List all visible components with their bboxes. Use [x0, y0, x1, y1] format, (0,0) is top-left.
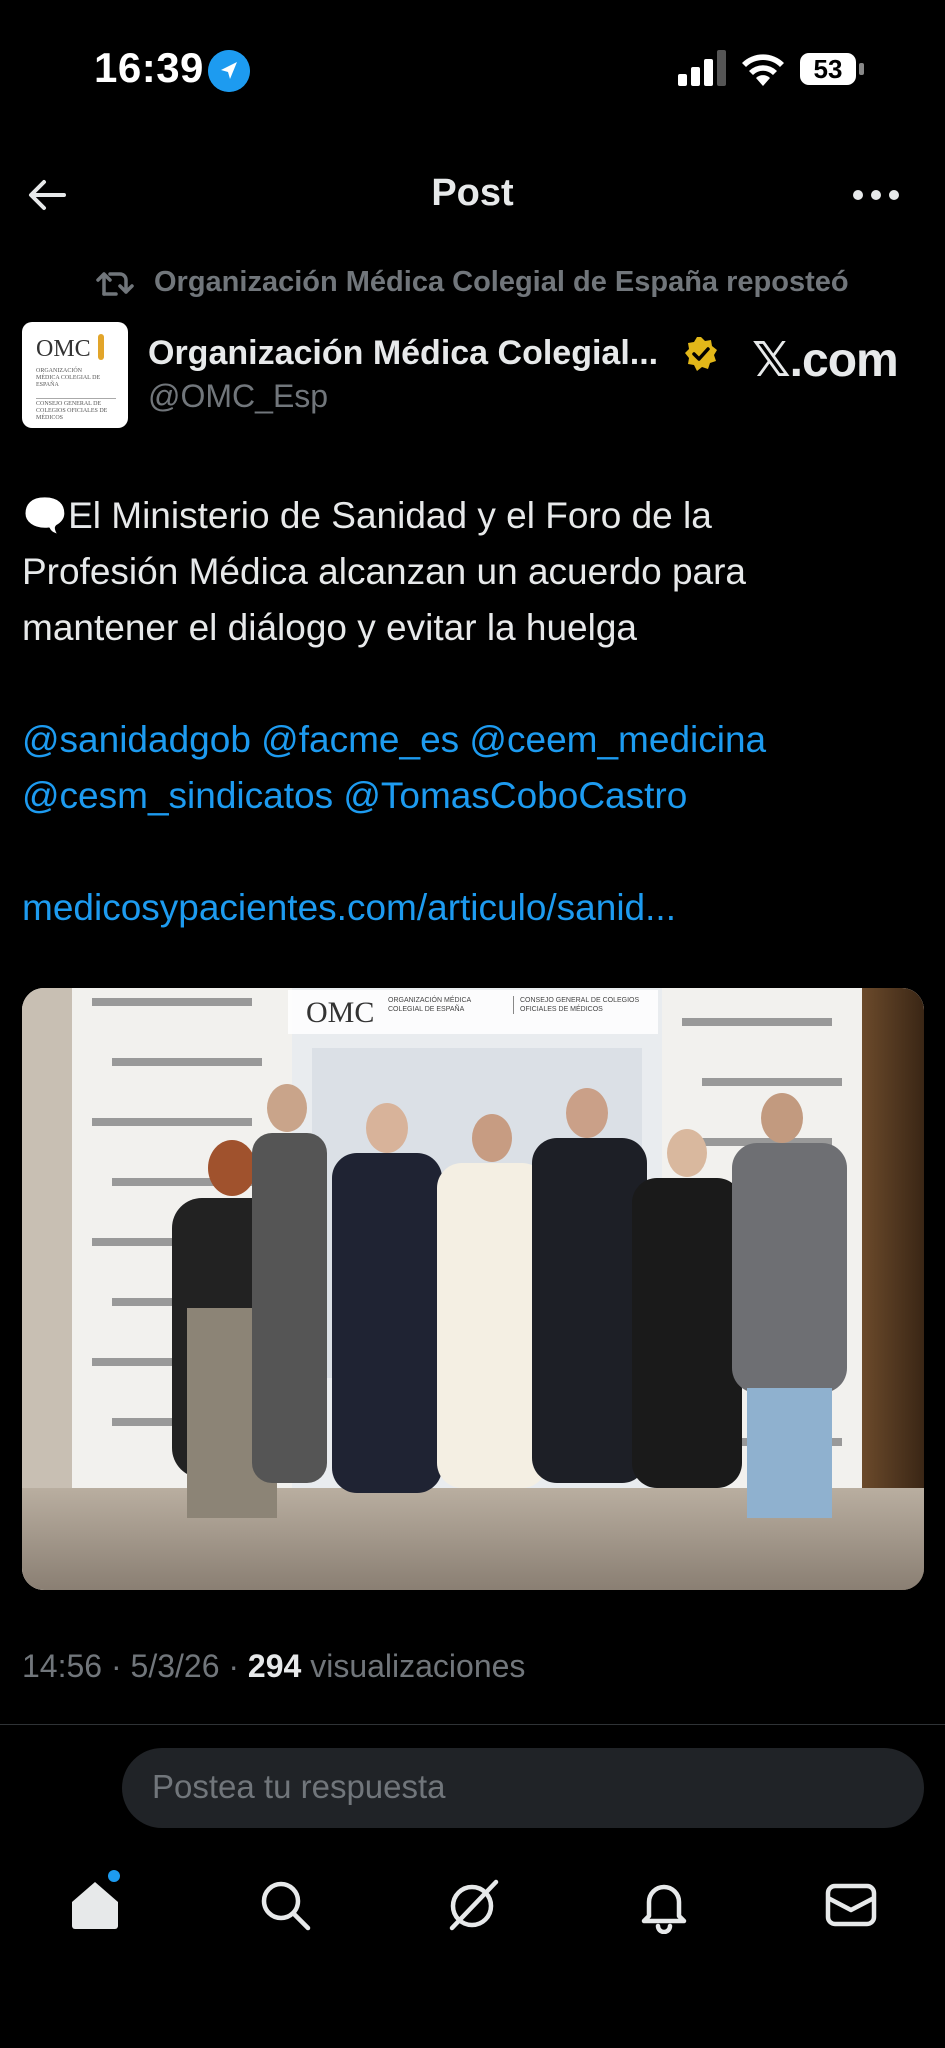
divider — [0, 1724, 945, 1725]
battery-level: 53 — [813, 54, 843, 84]
post-date: 5/3/26 — [130, 1648, 220, 1684]
mentions-line-2[interactable]: @cesm_sindicatos @TomasCoboCastro — [22, 768, 922, 824]
post-line-2: Profesión Médica alcanzan un acuerdo par… — [22, 551, 747, 592]
verified-badge-icon — [685, 337, 717, 371]
group-photo-image — [22, 988, 924, 1590]
avatar-logo-mark — [98, 334, 104, 360]
mail-icon[interactable] — [822, 1876, 880, 1934]
photo-banner-logo: OMC — [306, 996, 375, 1029]
speech-bubble-icon: 🗨️ — [22, 495, 69, 536]
post-meta: 14:56 · 5/3/26 · 294 visualizaciones — [22, 1648, 526, 1684]
location-arrow-icon — [208, 50, 250, 92]
post-line-1: El Ministerio de Sanidad y el Foro de la — [68, 495, 712, 536]
home-icon[interactable] — [66, 1876, 124, 1934]
post-text: 🗨️El Ministerio de Sanidad y el Foro de … — [22, 488, 922, 936]
bell-icon[interactable] — [635, 1876, 693, 1934]
post-text-line: 🗨️El Ministerio de Sanidad y el Foro de … — [22, 488, 922, 544]
repost-icon — [96, 272, 134, 296]
grok-icon[interactable] — [444, 1876, 502, 1934]
mentions-line-1[interactable]: @sanidadgob @facme_es @ceem_medicina — [22, 712, 922, 768]
photo-banner-line-1: ORGANIZACIÓN MÉDICA COLEGIAL DE ESPAÑA — [388, 997, 471, 1013]
avatar[interactable]: OMC ORGANIZACIÓN MÉDICA COLEGIAL DE ESPA… — [22, 322, 128, 428]
battery-indicator: 53 — [799, 52, 865, 86]
author-name[interactable]: Organización Médica Colegial... — [148, 334, 658, 373]
notification-dot — [108, 1870, 120, 1882]
author-handle[interactable]: @OMC_Esp — [148, 378, 328, 415]
photo-banner-line-2: CONSEJO GENERAL DE COLEGIOS OFICIALES DE… — [513, 996, 650, 1014]
photo-banner: OMC ORGANIZACIÓN MÉDICA COLEGIAL DE ESPA… — [288, 990, 658, 1034]
article-link[interactable]: medicosypacientes.com/articulo/sanid... — [22, 880, 922, 936]
search-icon[interactable] — [256, 1876, 314, 1934]
views-label: visualizaciones — [310, 1648, 526, 1684]
view-count: 294 — [247, 1648, 302, 1684]
page-title: Post — [431, 172, 514, 214]
status-time: 16:39 — [94, 44, 204, 91]
wifi-icon — [742, 54, 784, 86]
post-time: 14:56 — [22, 1648, 103, 1684]
more-icon[interactable] — [852, 180, 900, 210]
reply-placeholder[interactable]: Postea tu respuesta — [152, 1768, 446, 1806]
cellular-signal-icon — [678, 50, 726, 86]
avatar-logo-text: OMC — [36, 336, 91, 362]
avatar-subtitle-2: CONSEJO GENERAL DE COLEGIOS OFICIALES DE… — [36, 398, 116, 422]
avatar-subtitle-1: ORGANIZACIÓN MÉDICA COLEGIAL DE ESPAÑA — [36, 368, 101, 388]
repost-label[interactable]: Organización Médica Colegial de España r… — [154, 266, 849, 299]
post-photo[interactable]: OMC ORGANIZACIÓN MÉDICA COLEGIAL DE ESPA… — [22, 988, 924, 1590]
post-line-3: mantener el diálogo y evitar la huelga — [22, 607, 637, 648]
source-label: 𝕏.com — [752, 334, 899, 387]
